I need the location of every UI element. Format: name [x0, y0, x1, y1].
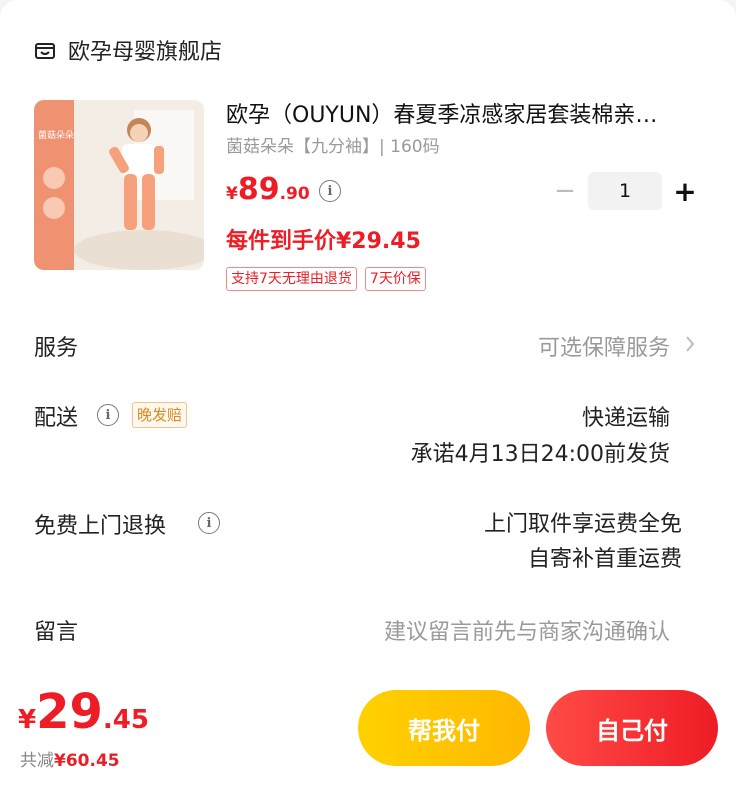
shipping-promise: 承诺4月13日24:00前发货 [410, 442, 670, 467]
door-return-line1: 上门取件享运费全免 [483, 512, 682, 537]
chevron-right-icon[interactable] [684, 333, 696, 359]
unit-price: ¥ 89 .90 [226, 172, 310, 207]
total-decimal: .45 [102, 705, 149, 735]
product-sku[interactable]: 菌菇朵朵【九分袖】| 160码 [226, 132, 440, 157]
self-pay-button[interactable]: 自己付 [546, 690, 718, 766]
service-label: 服务 [34, 336, 79, 361]
delivery-label: 配送 [34, 406, 79, 431]
shop-name: 欧孕母婴旗舰店 [68, 40, 223, 65]
total-price: ¥ 29 .45 [18, 688, 149, 736]
price-integer: 89 [237, 172, 280, 207]
return-policy-tag: 支持7天无理由退货 [226, 267, 357, 291]
order-card: 欧孕母婴旗舰店 菌菇朵朵 欧孕（OUYUN）春夏季凉感家居套装棉亲… 菌菇朵朵【… [0, 0, 736, 680]
product-thumbnail[interactable]: 菌菇朵朵 [34, 100, 204, 270]
quantity-stepper: − 1 + [548, 172, 702, 210]
increase-button[interactable]: + [668, 172, 702, 210]
price-info-icon[interactable]: i [319, 180, 341, 202]
late-compensation-badge: 晚发赔 [132, 402, 188, 428]
total-integer: 29 [36, 684, 103, 740]
service-value[interactable]: 可选保障服务 [538, 330, 670, 362]
store-icon [34, 39, 56, 61]
shop-header[interactable]: 欧孕母婴旗舰店 [34, 34, 222, 66]
message-label: 留言 [34, 620, 79, 645]
total-saving: 共减¥60.45 [20, 746, 120, 771]
product-title[interactable]: 欧孕（OUYUN）春夏季凉感家居套装棉亲… [226, 97, 706, 129]
product-tags: 支持7天无理由退货 7天价保 [226, 267, 434, 291]
saving-value: ¥60.45 [54, 751, 120, 771]
final-price: 每件到手价¥29.45 [226, 229, 421, 254]
total-currency: ¥ [18, 705, 37, 735]
decrease-button[interactable]: − [548, 172, 582, 210]
delivery-info-icon[interactable]: i [97, 404, 119, 426]
delivery-method: 快递运输 [581, 406, 670, 431]
message-input[interactable]: 建议留言前先与商家沟通确认 [384, 614, 670, 646]
price-protection-tag: 7天价保 [364, 267, 426, 291]
svg-text:菌菇朵朵: 菌菇朵朵 [38, 129, 74, 141]
quantity-input[interactable]: 1 [588, 172, 662, 210]
door-return-line2: 自寄补首重运费 [527, 547, 682, 572]
saving-prefix: 共减 [20, 751, 54, 771]
price-decimal: .90 [279, 184, 310, 204]
help-pay-button[interactable]: 帮我付 [358, 690, 530, 766]
door-return-label: 免费上门退换 [34, 514, 167, 539]
price-currency: ¥ [226, 184, 238, 204]
door-return-info-icon[interactable]: i [198, 512, 220, 534]
